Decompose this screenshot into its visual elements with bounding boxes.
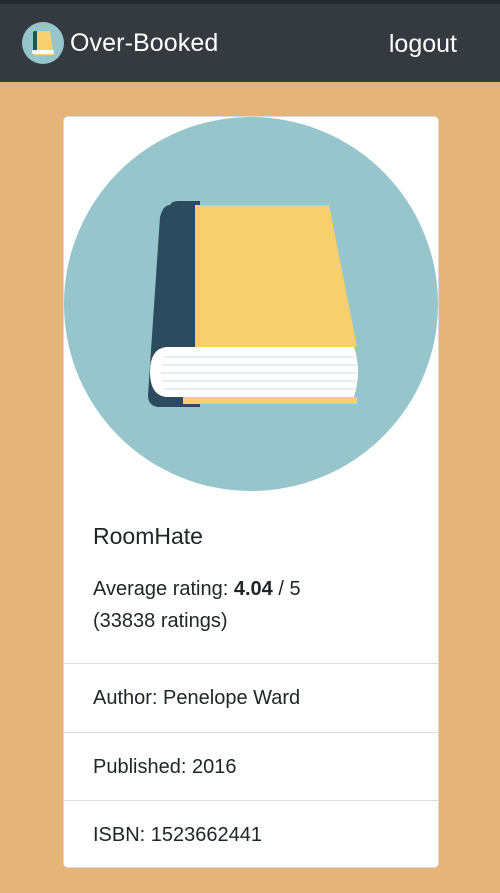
isbn-item: ISBN: 1523662441	[64, 800, 438, 867]
rating-value: 4.04	[233, 578, 273, 600]
published-item: Published: 2016	[64, 732, 438, 800]
brand-name: Over-Booked	[70, 28, 219, 57]
book-details: RoomHate Average rating: 4.04 / 5 (33838…	[64, 491, 438, 663]
rating-max: / 5	[278, 578, 301, 600]
brand-link[interactable]: Over-Booked	[22, 20, 218, 66]
author-item: Author: Penelope Ward	[64, 663, 438, 731]
logout-link[interactable]: logout	[389, 30, 457, 58]
rating-summary: Average rating: 4.04 / 5 (33838 ratings)	[93, 573, 423, 637]
navbar: Over-Booked logout	[0, 4, 500, 82]
rating-label: Average rating:	[93, 578, 229, 600]
book-cover-image	[64, 117, 438, 491]
book-title: RoomHate	[93, 523, 203, 549]
ratings-count: (33838 ratings)	[93, 610, 228, 632]
book-card: RoomHate Average rating: 4.04 / 5 (33838…	[63, 116, 439, 868]
book-icon	[22, 22, 64, 64]
